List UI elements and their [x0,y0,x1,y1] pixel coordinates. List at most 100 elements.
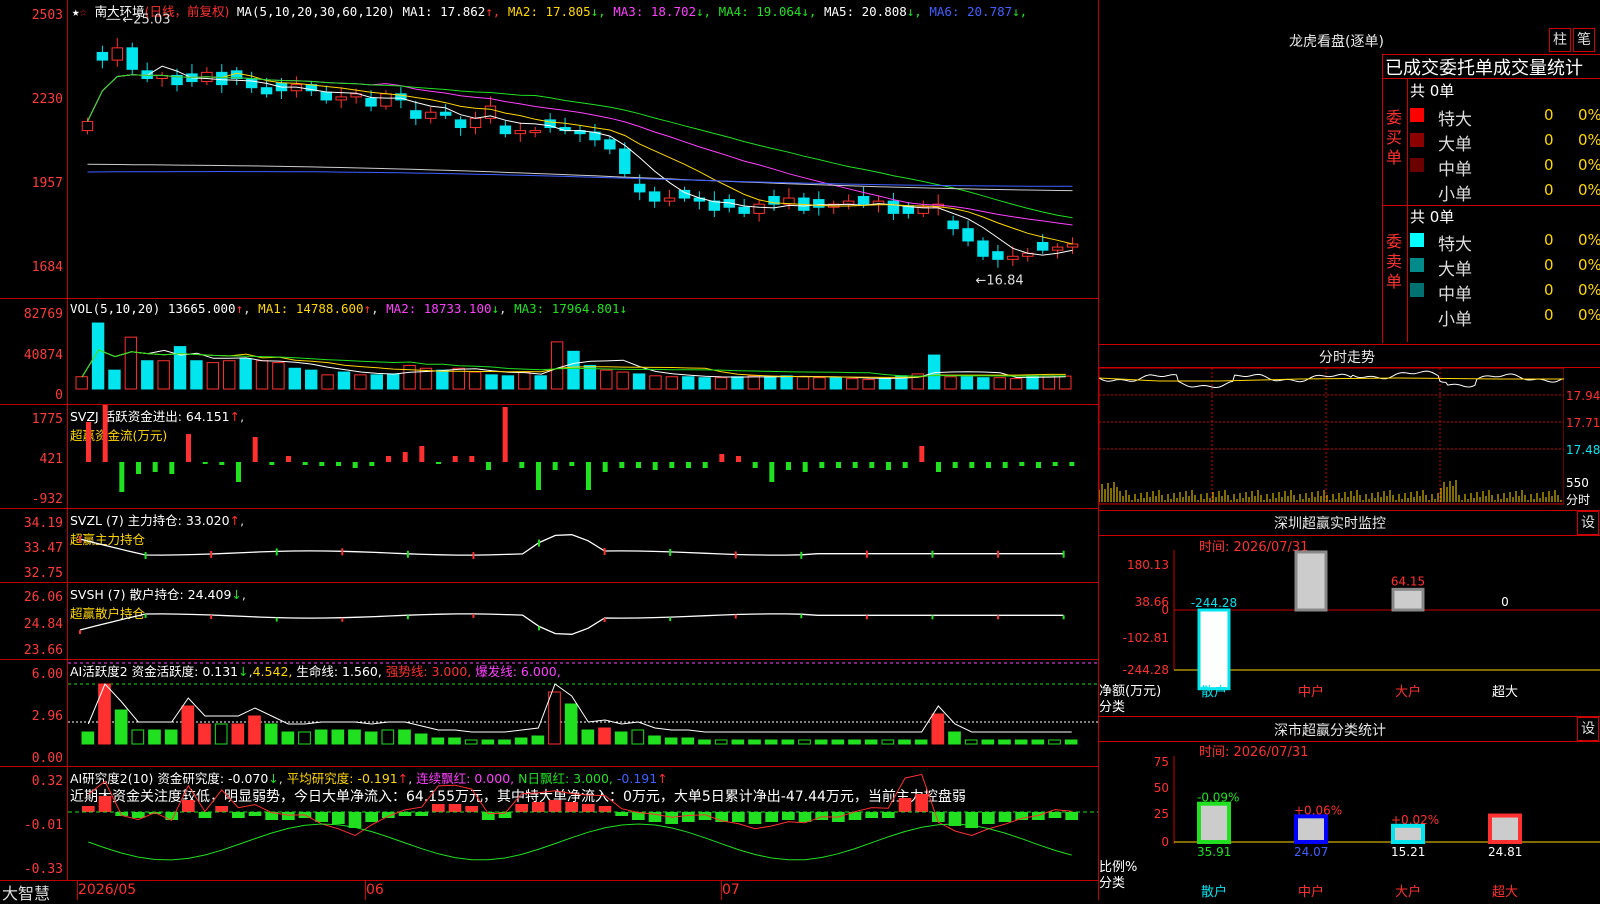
bar-mode-button[interactable]: 柱 [1549,28,1571,52]
flow-bar [819,462,825,468]
volume-bar [796,376,810,390]
sz-monitor-chart[interactable]: 180.1338.660-102.81-244.28-244.28散户180.1… [1099,550,1600,716]
ratio-bar [1391,823,1425,845]
volume-chart[interactable] [68,299,1098,404]
research-bar [982,812,995,824]
sell-label: 委卖单 [1386,232,1403,291]
activity-bar [248,715,261,745]
ratio-bar [1488,813,1522,844]
activity-bar [698,739,711,745]
activity-bar [514,737,528,745]
intraday-chart[interactable] [1099,368,1564,508]
retail-holding-chart[interactable] [68,583,1098,659]
research-bar [215,806,228,812]
candlestick-chart[interactable]: ←25.03 ←16.84 [68,0,1098,298]
price-tick: 2230 [31,92,63,107]
flow-bar [936,462,941,472]
volume-bar [468,371,482,390]
activity-bar [331,729,345,745]
ai-active-tick: 2.96 [31,709,63,724]
order-row: 大单 0 0% [1410,129,1600,155]
ratio-change: +0.02% [1391,813,1439,827]
activity-bar [264,723,278,745]
research-bar [915,794,928,812]
fund-flow-chart[interactable] [68,405,1098,508]
buy-total: 共 0单 [1410,82,1455,100]
activity-bar [131,729,145,745]
flow-bar [419,446,425,462]
activity-bar [681,737,695,745]
ma-line [87,65,1073,256]
vol-tick: 0 [55,388,63,403]
order-type-label: 中单 [1438,160,1472,180]
research-bar [882,812,895,818]
research-bar [665,812,678,824]
volume-bar [993,377,1006,390]
research-bar [515,804,528,812]
flow-bar [586,462,591,490]
candle [619,148,631,175]
intraday-vol-label: 550 [1566,476,1589,490]
volume-bar [75,376,88,390]
candle [753,203,765,214]
candle [126,47,138,70]
activity-bar [731,739,745,745]
research-chart[interactable] [68,767,1098,880]
activity-bar [764,739,778,745]
volume-bar [436,369,449,390]
activity-bar [864,739,878,745]
sz-monitor-settings-button[interactable]: 设 [1577,511,1599,535]
order-percent: 0% [1578,231,1600,249]
flow-bar [752,462,758,468]
volume-bar [616,371,629,390]
ratio-bar [1294,814,1328,844]
svsh-tick: 24.84 [23,617,63,632]
bar-value: 180.13 [1290,550,1332,551]
volume-bar [731,376,744,390]
order-percent: 0% [1578,256,1600,274]
tick-mode-button[interactable]: 笔 [1573,28,1595,52]
research-bar [615,812,628,816]
activity-chart[interactable] [68,660,1098,766]
candle [992,251,1004,260]
volume-bar [698,377,711,390]
activity-bar [148,729,161,745]
activity-bar [298,731,311,745]
flow-bar [486,462,491,470]
flow-bar [1019,462,1025,466]
research-bar [198,812,212,818]
volume-bar [255,360,269,390]
candle [141,70,153,80]
flow-bar [336,462,341,466]
main-holding-chart[interactable] [68,509,1098,582]
ratio-value: 35.91 [1197,845,1231,859]
sz-class-chart[interactable]: 75 50 25 0 -0.09% 35.91 散户 +0.06% 24.07 中户 +0.02% 1… [1099,756,1600,900]
flow-bar [902,462,908,468]
candle [529,130,541,134]
candle [663,197,676,202]
candle [216,71,228,86]
volume-bar [485,374,498,390]
research-bar [532,802,545,812]
high-label: ←25.03 [122,12,170,27]
order-row: 小单 0 0% [1410,179,1600,205]
research-bar [282,812,295,820]
color-swatch [1410,258,1424,272]
volume-bar [813,377,826,390]
brand-logo: 大智慧 [2,884,51,903]
flow-bar [136,462,141,474]
axis-tick: 25 [1154,807,1169,821]
ma-line [87,72,1073,245]
bar-value: 0 [1501,595,1509,609]
research-bar [98,796,112,812]
flow-bar [319,462,325,466]
category-label: 超大 [1492,885,1518,900]
volume-bar [845,378,859,390]
category-label: 中户 [1298,884,1324,900]
activity-bar [564,703,578,745]
sz-class-settings-button[interactable]: 设 [1577,717,1599,741]
flow-bar [652,462,658,470]
axis-tick: 75 [1154,756,1169,769]
order-percent: 0% [1578,106,1600,124]
main-chart-area[interactable]: ★☆ 南大环境(日线，前复权) MA(5,10,20,30,60,120) MA… [0,0,1099,903]
